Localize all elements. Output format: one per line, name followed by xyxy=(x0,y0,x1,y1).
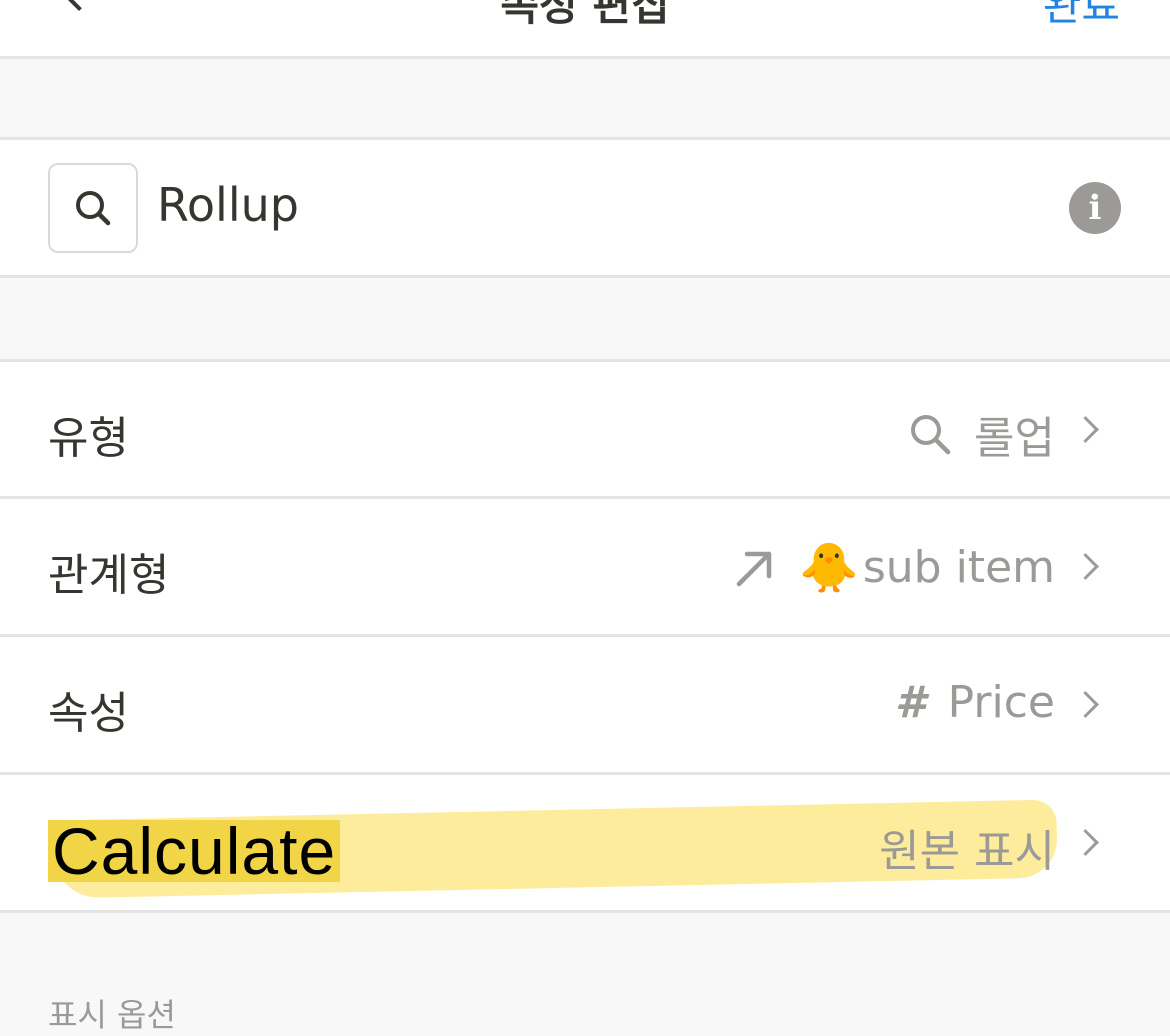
search-icon xyxy=(76,191,111,226)
relation-value-text: sub item xyxy=(862,542,1055,593)
calculate-value-text: 원본 표시 xyxy=(879,826,1055,877)
type-label: 유형 xyxy=(48,413,129,464)
property-row[interactable]: 속성 # Price xyxy=(0,637,1170,773)
relation-row[interactable]: 관계형 🐥 sub item xyxy=(0,499,1170,635)
chevron-right-icon xyxy=(1072,829,1099,856)
number-hash-icon: # xyxy=(895,677,926,728)
type-value-text: 롤업 xyxy=(974,413,1055,464)
property-name-input[interactable]: Rollup xyxy=(157,178,299,232)
divider xyxy=(0,275,1170,278)
page-title: 속성 편집 xyxy=(500,0,670,30)
calculate-label: Calculate xyxy=(48,818,341,884)
info-icon[interactable]: i xyxy=(1069,182,1121,234)
arrow-up-right-icon xyxy=(736,551,772,586)
chevron-right-icon xyxy=(1072,553,1099,580)
divider xyxy=(0,56,1170,59)
relation-value: 🐥 sub item xyxy=(733,539,1055,596)
property-name-row: Rollup i xyxy=(0,140,1170,275)
chevron-right-icon xyxy=(1072,416,1099,443)
nav-bar: 속성 편집 완료 xyxy=(0,0,1170,56)
done-button[interactable]: 완료 xyxy=(1043,0,1120,33)
property-value-text: Price xyxy=(947,677,1055,728)
type-value: 롤업 xyxy=(908,402,1055,466)
divider xyxy=(0,910,1170,913)
property-icon-button[interactable] xyxy=(48,163,138,253)
property-label: 속성 xyxy=(48,688,129,739)
search-icon xyxy=(911,415,951,455)
chick-emoji-icon: 🐥 xyxy=(799,540,859,596)
display-options-header: 표시 옵션 xyxy=(48,996,176,1034)
relation-label: 관계형 xyxy=(48,550,170,601)
type-row[interactable]: 유형 롤업 xyxy=(0,362,1170,498)
property-value: # Price xyxy=(895,677,1055,728)
calculate-value: 원본 표시 xyxy=(879,815,1055,879)
chevron-right-icon xyxy=(1072,691,1099,718)
